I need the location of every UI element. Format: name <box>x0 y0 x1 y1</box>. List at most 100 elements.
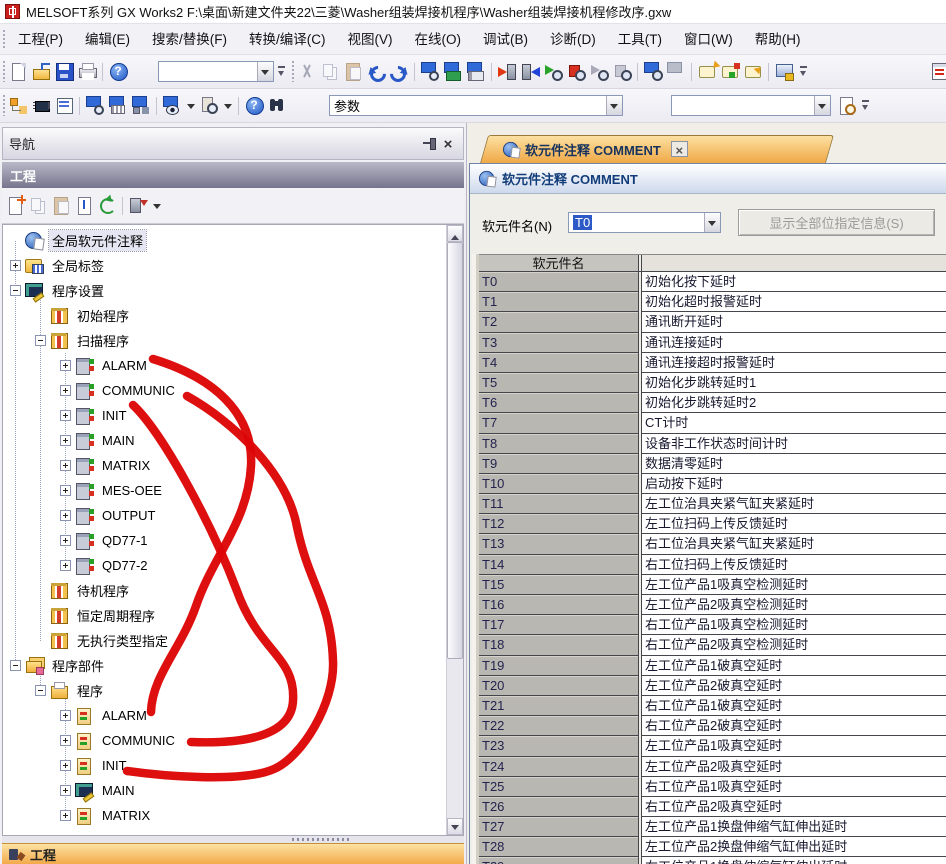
monitor-gray1-icon[interactable] <box>589 61 610 82</box>
expander-icon[interactable] <box>60 735 71 746</box>
expander-icon[interactable] <box>60 810 71 821</box>
toolbar-separator[interactable] <box>119 195 127 217</box>
show-all-bits-button[interactable]: 显示全部位指定信息(S) <box>738 209 935 236</box>
device-comment-cell[interactable]: 左工位产品1破真空延时 <box>642 656 946 676</box>
expander-icon[interactable] <box>60 485 71 496</box>
tree-item[interactable]: 初始程序 <box>3 303 463 328</box>
copy-gray-icon[interactable] <box>320 61 341 82</box>
scrollbar-thumb[interactable] <box>447 242 463 659</box>
tree-item[interactable]: MES-OEE <box>3 478 463 503</box>
device-comment-cell[interactable]: 左工位扫码上传反馈延时 <box>642 514 946 534</box>
page-find-icon[interactable] <box>836 95 857 116</box>
device-comment-cell[interactable]: 左工位产品1吸真空延时 <box>642 736 946 756</box>
expander-icon[interactable] <box>10 260 21 271</box>
device-name-cell[interactable]: T16 <box>479 595 639 615</box>
device-name-cell[interactable]: T22 <box>479 716 639 736</box>
device-name-cell[interactable]: T15 <box>479 575 639 595</box>
device-name-cell[interactable]: T1 <box>479 292 639 312</box>
toolbar-separator[interactable] <box>634 61 642 83</box>
device-comment-cell[interactable]: 右工位产品2吸真空延时 <box>642 797 946 817</box>
menu-online[interactable]: 在线(O) <box>404 32 473 47</box>
device-comment-cell[interactable]: 左工位产品2吸真空检测延时 <box>642 595 946 615</box>
expander-icon[interactable] <box>10 285 21 296</box>
tree-item[interactable]: MAIN <box>3 778 463 803</box>
monitor-stop-icon[interactable] <box>566 61 587 82</box>
device-name-cell[interactable]: T2 <box>479 312 639 332</box>
help-icon[interactable] <box>108 61 129 82</box>
device-name-cell[interactable]: T20 <box>479 676 639 696</box>
paste-gray-icon[interactable] <box>51 195 72 216</box>
expander-icon[interactable] <box>60 785 71 796</box>
tree-item[interactable]: 程序部件 <box>3 653 463 678</box>
device-comment-cell[interactable]: 右工位治具夹紧气缸夹紧延时 <box>642 534 946 554</box>
device-name-cell[interactable]: T3 <box>479 333 639 353</box>
expander-icon[interactable] <box>60 435 71 446</box>
device-name-cell[interactable]: T24 <box>479 757 639 777</box>
device-comment-cell[interactable]: 右工位产品1吸真空延时 <box>642 777 946 797</box>
dev-io-icon[interactable] <box>466 61 487 82</box>
dropdown-icon[interactable] <box>185 95 197 116</box>
device-comment-cell[interactable]: 左工位产品2换盘伸缩气缸伸出延时 <box>642 837 946 857</box>
nav-scrollbar[interactable] <box>446 225 463 835</box>
screen-lock-icon[interactable] <box>774 61 795 82</box>
toolbar-separator[interactable] <box>99 61 107 83</box>
device-name-cell[interactable]: T28 <box>479 837 639 857</box>
scroll-down-icon[interactable] <box>447 818 463 835</box>
device-name-cell[interactable]: T8 <box>479 434 639 454</box>
device-comment-cell[interactable]: 初始化超时报警延时 <box>642 292 946 312</box>
dev-find-icon[interactable] <box>85 95 106 116</box>
device-name-cell[interactable]: T13 <box>479 534 639 554</box>
expander-icon[interactable] <box>60 560 71 571</box>
dev-screen-icon[interactable] <box>443 61 464 82</box>
expander-icon[interactable] <box>60 385 71 396</box>
device-comment-cell[interactable]: 右工位扫码上传反馈延时 <box>642 555 946 575</box>
tree-item[interactable]: COMMUNIC <box>3 378 463 403</box>
menu-find-replace[interactable]: 搜索/替换(F) <box>141 32 238 47</box>
device-name-cell[interactable]: T5 <box>479 373 639 393</box>
dropdown-icon[interactable] <box>151 195 163 216</box>
menu-view[interactable]: 视图(V) <box>337 32 404 47</box>
tree-item[interactable]: 程序 <box>3 678 463 703</box>
read-plc-icon[interactable] <box>520 61 541 82</box>
new-icon[interactable] <box>8 61 29 82</box>
save-icon[interactable] <box>54 61 75 82</box>
menu-help[interactable]: 帮助(H) <box>744 32 812 47</box>
tree-item[interactable]: 无执行类型指定 <box>3 628 463 653</box>
paste-gray-icon[interactable] <box>343 61 364 82</box>
dev-monitor-icon[interactable] <box>643 61 664 82</box>
menu-project[interactable]: 工程(P) <box>7 32 74 47</box>
tree-item[interactable]: 恒定周期程序 <box>3 603 463 628</box>
menu-diagnostics[interactable]: 诊断(D) <box>539 32 607 47</box>
close-icon[interactable] <box>439 136 457 152</box>
tree-item[interactable]: 全局标签 <box>3 253 463 278</box>
device-name-cell[interactable]: T23 <box>479 736 639 756</box>
doc-info-icon[interactable] <box>74 195 95 216</box>
device-name-cell[interactable]: T18 <box>479 635 639 655</box>
device-name-cell[interactable]: T14 <box>479 555 639 575</box>
redo-icon[interactable] <box>389 61 410 82</box>
device-comment-cell[interactable]: 通讯连接延时 <box>642 333 946 353</box>
monitor-gray2-icon[interactable] <box>612 61 633 82</box>
expander-icon[interactable] <box>60 710 71 721</box>
device-comment-cell[interactable]: 右工位产品2吸真空检测延时 <box>642 635 946 655</box>
refresh-icon[interactable] <box>97 195 118 216</box>
device-name-cell[interactable]: T10 <box>479 474 639 494</box>
device-comment-cell[interactable]: 右工位产品1吸真空检测延时 <box>642 615 946 635</box>
tree-item[interactable]: MATRIX <box>3 453 463 478</box>
expander-icon[interactable] <box>60 535 71 546</box>
tree-item[interactable]: QD77-2 <box>3 553 463 578</box>
device-name-cell[interactable]: T0 <box>479 272 639 292</box>
device-name-cell[interactable]: T21 <box>479 696 639 716</box>
tree-item[interactable]: 全局软元件注释 <box>3 228 463 253</box>
expander-icon[interactable] <box>60 360 71 371</box>
menu-debug[interactable]: 调试(B) <box>472 32 539 47</box>
tree-item[interactable]: OUTPUT <box>3 503 463 528</box>
device-comment-cell[interactable]: 左工位治具夹紧气缸夹紧延时 <box>642 494 946 514</box>
tree-item[interactable]: INIT <box>3 403 463 428</box>
device-comment-cell[interactable]: 启动按下延时 <box>642 474 946 494</box>
device-comment-cell[interactable]: 初始化步跳转延时1 <box>642 373 946 393</box>
dev-grid-icon[interactable] <box>108 95 129 116</box>
device-comment-cell[interactable]: 初始化步跳转延时2 <box>642 393 946 413</box>
device-comment-cell[interactable]: 通讯连接超时报警延时 <box>642 353 946 373</box>
comment1-icon[interactable] <box>697 61 718 82</box>
